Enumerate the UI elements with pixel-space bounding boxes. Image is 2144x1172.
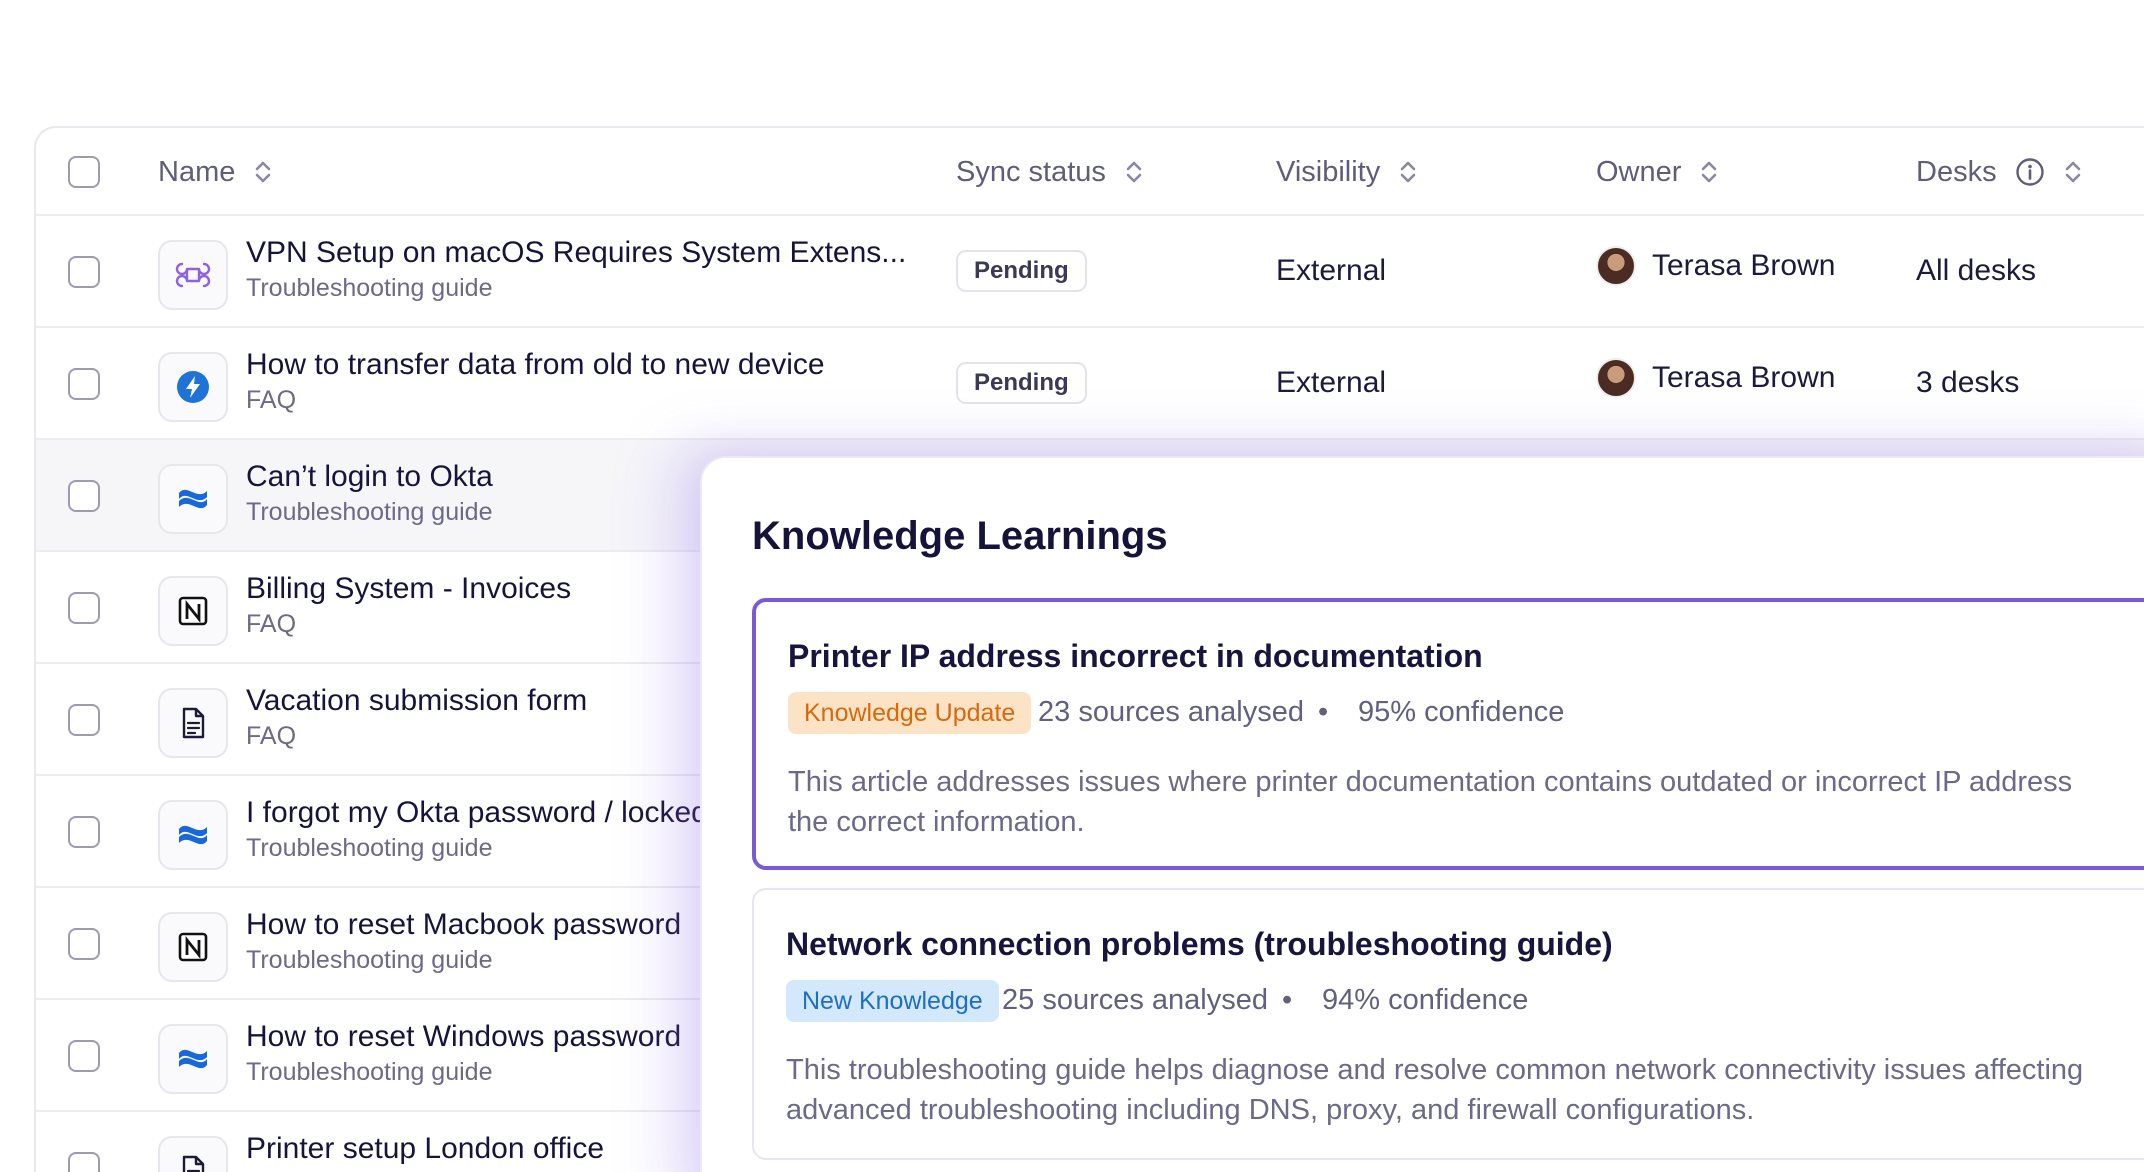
document-icon [158, 1136, 228, 1172]
sort-icon[interactable] [253, 158, 273, 186]
article-title[interactable]: I forgot my Okta password / locked [246, 796, 708, 830]
sources-count: 25 sources analysed [1002, 984, 1268, 1016]
meta-separator: • [1318, 696, 1329, 728]
row-checkbox[interactable] [68, 256, 100, 288]
visibility-value: External [1276, 254, 1387, 287]
column-header-desks[interactable]: Desks [1916, 128, 2083, 216]
avatar [1596, 246, 1636, 286]
owner-cell: Terasa Brown [1596, 358, 1835, 398]
row-checkbox[interactable] [68, 368, 100, 400]
notion-icon [158, 912, 228, 982]
confidence-value: 95% confidence [1358, 696, 1565, 728]
document-icon [158, 688, 228, 758]
table-header: Name Sync status Visibility Owner Desks [36, 128, 2144, 216]
confluence-icon [158, 800, 228, 870]
learning-title: Printer IP address incorrect in document… [788, 638, 1483, 674]
table-row[interactable]: How to transfer data from old to new dev… [36, 328, 2144, 440]
article-title[interactable]: VPN Setup on macOS Requires System Exten… [246, 236, 906, 270]
article-title[interactable]: Vacation submission form [246, 684, 587, 718]
row-checkbox[interactable] [68, 480, 100, 512]
learning-card[interactable]: Network connection problems (troubleshoo… [752, 888, 2144, 1160]
description-line: advanced troubleshooting including DNS, … [786, 1094, 1755, 1126]
column-label-name: Name [158, 155, 236, 188]
status-badge: Pending [956, 362, 1087, 404]
column-label-visibility: Visibility [1276, 155, 1381, 188]
column-header-name[interactable]: Name [158, 128, 273, 216]
confluence-icon [158, 464, 228, 534]
desks-value: 3 desks [1916, 366, 2020, 399]
column-header-owner[interactable]: Owner [1596, 128, 1719, 216]
article-title[interactable]: How to reset Windows password [246, 1020, 681, 1054]
owner-name: Terasa Brown [1652, 361, 1836, 394]
row-checkbox[interactable] [68, 592, 100, 624]
new-knowledge-tag: New Knowledge [786, 980, 999, 1022]
panel-title: Knowledge Learnings [752, 514, 1168, 558]
sort-icon[interactable] [1699, 158, 1719, 186]
article-type: FAQ [246, 722, 297, 750]
select-all-checkbox[interactable] [68, 156, 100, 188]
article-title[interactable]: How to reset Macbook password [246, 908, 681, 942]
article-type: Troubleshooting guide [246, 834, 493, 862]
desks-value: All desks [1916, 254, 2037, 287]
learning-description: This troubleshooting guide helps diagnos… [786, 1050, 2144, 1130]
avatar [1596, 358, 1636, 398]
table-row[interactable]: VPN Setup on macOS Requires System Exten… [36, 216, 2144, 328]
owner-cell: Terasa Brown [1596, 246, 1835, 286]
description-line: This article addresses issues where prin… [788, 766, 2073, 798]
article-type: Troubleshooting guide [246, 498, 493, 526]
status-badge: Pending [956, 250, 1087, 292]
owner-name: Terasa Brown [1652, 249, 1836, 282]
sort-icon[interactable] [2063, 158, 2083, 186]
description-line: the correct information. [788, 806, 1085, 838]
row-checkbox[interactable] [68, 704, 100, 736]
row-checkbox[interactable] [68, 1040, 100, 1072]
learning-title: Network connection problems (troubleshoo… [786, 926, 1613, 962]
article-type: Troubleshooting guide [246, 274, 493, 302]
knowledge-learnings-panel: Knowledge Learnings Printer IP address i… [700, 456, 2144, 1172]
article-type: Troubleshooting guide [246, 1058, 493, 1086]
sort-icon[interactable] [1124, 158, 1144, 186]
visibility-value: External [1276, 366, 1387, 399]
row-checkbox[interactable] [68, 816, 100, 848]
knowledge-update-tag: Knowledge Update [788, 692, 1032, 734]
article-title[interactable]: Printer setup London office [246, 1132, 604, 1166]
column-header-visibility[interactable]: Visibility [1276, 128, 1418, 216]
notion-icon [158, 576, 228, 646]
row-checkbox[interactable] [68, 1152, 100, 1172]
article-title[interactable]: How to transfer data from old to new dev… [246, 348, 825, 382]
description-line: This troubleshooting guide helps diagnos… [786, 1054, 2084, 1086]
learning-description: This article addresses issues where prin… [788, 762, 2144, 842]
zendesk-icon [158, 352, 228, 422]
column-label-desks: Desks [1916, 155, 1997, 188]
confluence-icon [158, 1024, 228, 1094]
article-type: FAQ [246, 610, 297, 638]
row-checkbox[interactable] [68, 928, 100, 960]
meta-separator: • [1282, 984, 1293, 1016]
column-label-owner: Owner [1596, 155, 1682, 188]
article-type: FAQ [246, 386, 297, 414]
article-title[interactable]: Can’t login to Okta [246, 460, 493, 494]
article-type: Troubleshooting guide [246, 946, 493, 974]
column-label-sync-status: Sync status [956, 155, 1106, 188]
info-icon[interactable] [2015, 157, 2045, 187]
sort-icon[interactable] [1398, 158, 1418, 186]
sources-count: 23 sources analysed [1038, 696, 1304, 728]
learning-card[interactable]: Printer IP address incorrect in document… [752, 598, 2144, 870]
article-title[interactable]: Billing System - Invoices [246, 572, 571, 606]
confidence-value: 94% confidence [1322, 984, 1529, 1016]
command-icon [158, 240, 228, 310]
column-header-sync-status[interactable]: Sync status [956, 128, 1144, 216]
